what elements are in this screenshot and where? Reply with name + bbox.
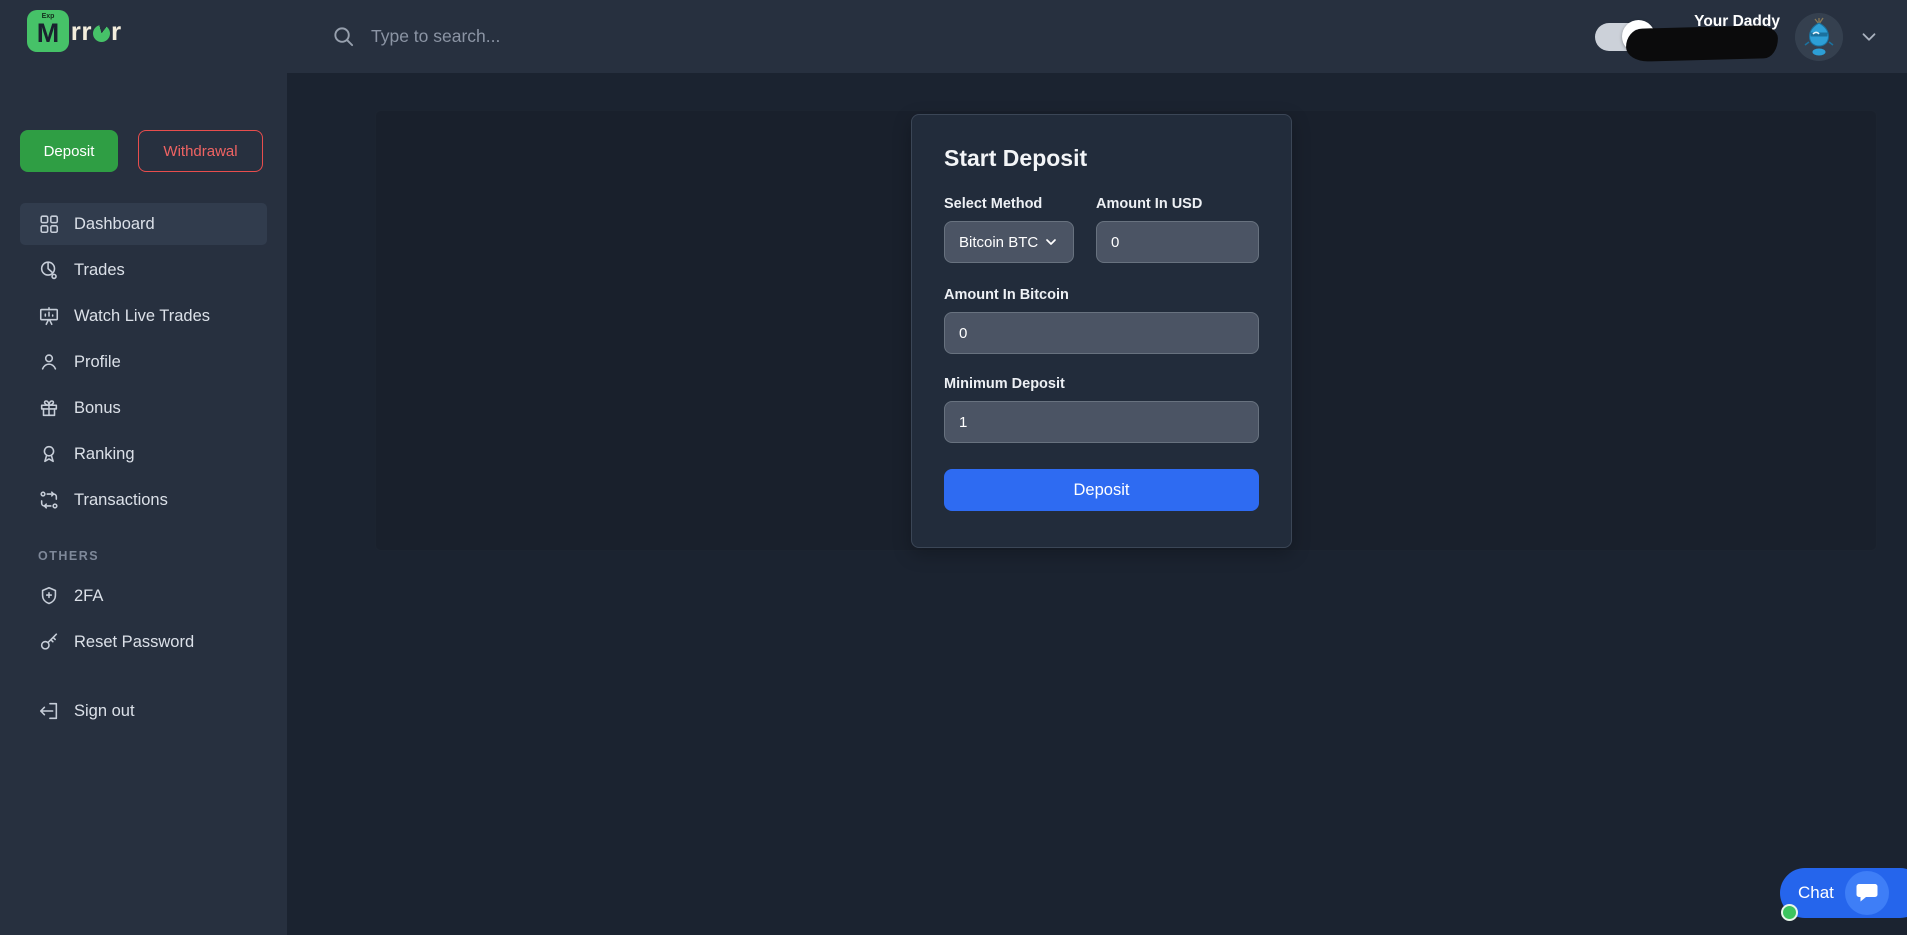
- sidebar: Exp M irr r Deposit Withdrawal Dashboard: [0, 0, 287, 935]
- sidebar-item-sign-out[interactable]: Sign out: [20, 690, 267, 732]
- top-navbar: Your Daddy: [287, 0, 1907, 73]
- sidebar-item-label: Transactions: [74, 491, 168, 510]
- donut-chart-icon: [38, 259, 60, 281]
- sidebar-item-profile[interactable]: Profile: [20, 341, 267, 383]
- sidebar-nav: Dashboard Trades Watch Live Trades Profi…: [0, 203, 287, 525]
- logo-tag: Exp: [42, 13, 55, 20]
- sidebar-item-label: Reset Password: [74, 633, 194, 652]
- brand-logo[interactable]: Exp M irr r: [27, 10, 122, 52]
- sidebar-item-reset-password[interactable]: Reset Password: [20, 621, 267, 663]
- sidebar-item-watch-live-trades[interactable]: Watch Live Trades: [20, 295, 267, 337]
- card-title: Start Deposit: [944, 145, 1259, 172]
- min-deposit-label: Minimum Deposit: [944, 376, 1259, 392]
- btc-label: Amount In Bitcoin: [944, 287, 1259, 303]
- min-deposit-input[interactable]: [944, 401, 1259, 443]
- search-input[interactable]: [371, 26, 701, 47]
- deposit-submit-button[interactable]: Deposit: [944, 469, 1259, 511]
- btc-amount-input[interactable]: [944, 312, 1259, 354]
- withdrawal-button[interactable]: Withdrawal: [138, 130, 263, 172]
- logo-letter: M: [37, 20, 60, 47]
- sidebar-item-transactions[interactable]: Transactions: [20, 479, 267, 521]
- search-icon: [332, 25, 355, 48]
- logo-wordmark: irr r: [63, 16, 122, 47]
- chevron-down-icon[interactable]: [1858, 26, 1880, 48]
- avatar-character-icon: [1795, 13, 1843, 61]
- logo-text-2: r: [111, 16, 122, 47]
- sign-out-icon: [38, 700, 60, 722]
- usd-label: Amount In USD: [1096, 196, 1259, 212]
- method-label: Select Method: [944, 196, 1074, 212]
- chat-label: Chat: [1798, 883, 1834, 903]
- search-bar: [332, 0, 701, 73]
- sidebar-signout-nav: Sign out: [0, 690, 287, 736]
- shield-plus-icon: [38, 585, 60, 607]
- chat-bubble-icon: [1855, 881, 1879, 905]
- app-window: Exp M irr r Deposit Withdrawal Dashboard: [0, 0, 1907, 935]
- select-chevron-icon: [1043, 234, 1059, 250]
- usd-amount-input[interactable]: [1096, 221, 1259, 263]
- chat-widget-button[interactable]: Chat: [1780, 868, 1907, 918]
- sidebar-item-ranking[interactable]: Ranking: [20, 433, 267, 475]
- presentation-board-icon: [38, 305, 60, 327]
- grid-icon: [38, 213, 60, 235]
- gift-icon: [38, 397, 60, 419]
- sidebar-item-dashboard[interactable]: Dashboard: [20, 203, 267, 245]
- sidebar-item-2fa[interactable]: 2FA: [20, 575, 267, 617]
- chat-bubble-circle: [1845, 871, 1889, 915]
- user-block: Your Daddy: [1668, 0, 1780, 73]
- redaction-scribble: [1626, 25, 1779, 62]
- others-section-label: OTHERS: [38, 549, 99, 563]
- sidebar-item-label: Sign out: [74, 702, 135, 721]
- exchange-arrows-icon: [38, 489, 60, 511]
- pie-chart-o-icon: [93, 25, 110, 42]
- sidebar-item-label: Ranking: [74, 445, 135, 464]
- sidebar-item-label: Watch Live Trades: [74, 307, 210, 326]
- sidebar-item-label: Profile: [74, 353, 121, 372]
- main-content: Start Deposit Select Method Bitcoin BTC …: [287, 73, 1907, 935]
- method-select-value: Bitcoin BTC: [959, 234, 1038, 251]
- sidebar-item-label: Trades: [74, 261, 125, 280]
- sidebar-item-trades[interactable]: Trades: [20, 249, 267, 291]
- sidebar-others-nav: 2FA Reset Password: [0, 575, 287, 667]
- sidebar-item-label: Bonus: [74, 399, 121, 418]
- sidebar-item-label: 2FA: [74, 587, 103, 606]
- medal-icon: [38, 443, 60, 465]
- sidebar-item-bonus[interactable]: Bonus: [20, 387, 267, 429]
- method-select[interactable]: Bitcoin BTC: [944, 221, 1074, 263]
- sidebar-item-label: Dashboard: [74, 215, 155, 234]
- logo-m-badge: Exp M: [27, 10, 69, 52]
- user-icon: [38, 351, 60, 373]
- key-icon: [38, 631, 60, 653]
- user-avatar[interactable]: [1795, 13, 1843, 61]
- topbar-right-controls: Your Daddy: [1595, 0, 1907, 73]
- online-status-dot: [1781, 904, 1798, 921]
- deposit-button[interactable]: Deposit: [20, 130, 118, 172]
- start-deposit-card: Start Deposit Select Method Bitcoin BTC …: [911, 114, 1292, 548]
